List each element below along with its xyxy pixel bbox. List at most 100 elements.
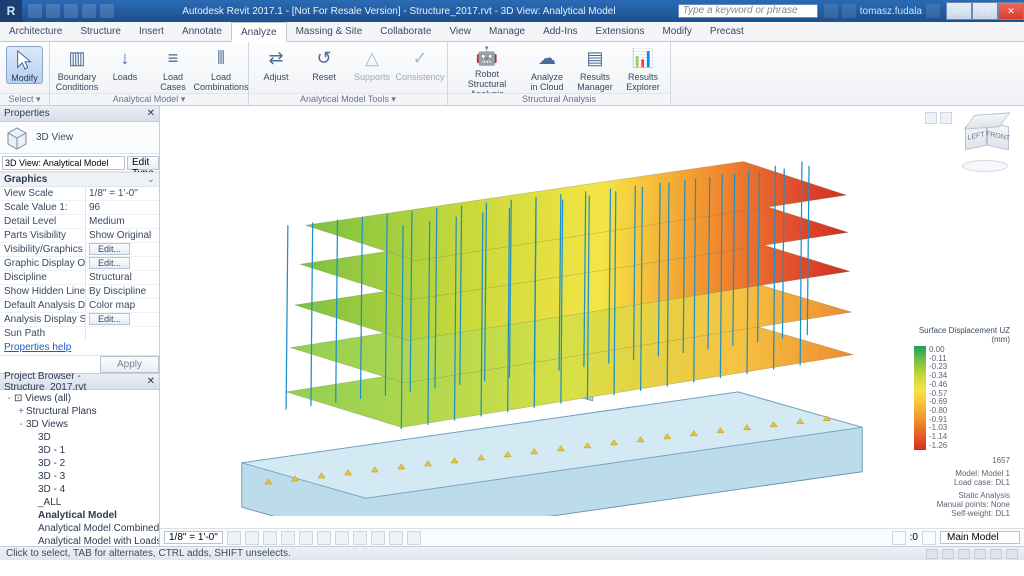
prop-row[interactable]: Show Hidden LinesBy Discipline xyxy=(0,285,159,299)
robot-structural-analysis-button[interactable]: 🤖RobotStructural Analysis xyxy=(452,44,522,92)
prop-row[interactable]: Default Analysis Displ...Color map xyxy=(0,299,159,313)
tree-item[interactable]: 3D - 4 xyxy=(0,483,159,496)
tab-extensions[interactable]: Extensions xyxy=(587,22,654,41)
results-manager-button[interactable]: ▤ResultsManager xyxy=(572,44,618,92)
tab-architecture[interactable]: Architecture xyxy=(0,22,71,41)
load-combinations-button[interactable]: ⫴LoadCombinations xyxy=(198,44,244,92)
tab-massing-site[interactable]: Massing & Site xyxy=(287,22,372,41)
prop-row[interactable]: Sun Path xyxy=(0,327,159,340)
group-label[interactable]: Analytical Model ▾ xyxy=(50,93,248,105)
prop-value[interactable]: By Discipline xyxy=(86,285,159,298)
tree-item[interactable]: 3D - 3 xyxy=(0,470,159,483)
prop-row[interactable]: Visibility/Graphics Ov...Edit... xyxy=(0,243,159,257)
tree-item[interactable]: Analytical Model with Loads xyxy=(0,535,159,546)
prop-value[interactable]: Edit... xyxy=(86,257,159,270)
tab-insert[interactable]: Insert xyxy=(130,22,173,41)
tree-item[interactable]: 3D - 2 xyxy=(0,457,159,470)
tab-add-ins[interactable]: Add-Ins xyxy=(534,22,586,41)
prop-value[interactable]: 96 xyxy=(86,201,159,214)
lock-3d-icon[interactable] xyxy=(353,531,367,545)
tree-item[interactable]: _ALL xyxy=(0,496,159,509)
edit-button[interactable]: Edit... xyxy=(89,313,130,325)
status-zoom-icon[interactable] xyxy=(1006,549,1018,559)
crop-region-icon[interactable] xyxy=(335,531,349,545)
prop-value[interactable]: Structural xyxy=(86,271,159,284)
prop-row[interactable]: View Scale1/8" = 1'-0" xyxy=(0,187,159,201)
sun-path-icon[interactable] xyxy=(263,531,277,545)
prop-value[interactable]: 1/8" = 1'-0" xyxy=(86,187,159,200)
properties-type-selector[interactable]: 3D View xyxy=(0,122,159,154)
tab-collaborate[interactable]: Collaborate xyxy=(371,22,440,41)
main-model-select[interactable]: Main Model xyxy=(940,531,1020,544)
prop-row[interactable]: Graphic Display OptionsEdit... xyxy=(0,257,159,271)
select-dropdown[interactable]: Select ▾ xyxy=(0,93,49,105)
adjust-button[interactable]: ⇄Adjust xyxy=(253,44,299,92)
tab-structure[interactable]: Structure xyxy=(71,22,130,41)
tab-view[interactable]: View xyxy=(440,22,480,41)
tab-annotate[interactable]: Annotate xyxy=(173,22,231,41)
modify-button[interactable]: Modify xyxy=(6,46,43,84)
qat-save-icon[interactable] xyxy=(46,4,60,18)
tab-modify[interactable]: Modify xyxy=(653,22,700,41)
full-nav-icon[interactable] xyxy=(940,112,952,124)
loads-button[interactable]: ↓Loads xyxy=(102,44,148,92)
prop-row[interactable]: DisciplineStructural xyxy=(0,271,159,285)
status-select-icon[interactable] xyxy=(926,549,938,559)
minimize-button[interactable]: — xyxy=(946,2,972,20)
prop-row[interactable]: Detail LevelMedium xyxy=(0,215,159,229)
viewcube[interactable]: LEFT FRONT xyxy=(960,116,1010,172)
visual-style-icon[interactable] xyxy=(245,531,259,545)
properties-close-icon[interactable]: ✕ xyxy=(147,108,155,119)
tree-item[interactable]: Analytical Model Combined xyxy=(0,522,159,535)
tree-item[interactable]: Analytical Model xyxy=(0,509,159,522)
user-name[interactable]: tomasz.fudala xyxy=(860,6,922,17)
detail-level-icon[interactable] xyxy=(227,531,241,545)
reveal-hidden-icon[interactable] xyxy=(389,531,403,545)
reset-button[interactable]: ↺Reset xyxy=(301,44,347,92)
boundary-conditions-button[interactable]: ▥BoundaryConditions xyxy=(54,44,100,92)
app-logo[interactable]: R xyxy=(0,0,22,22)
results-explorer-button[interactable]: 📊ResultsExplorer xyxy=(620,44,666,92)
rendering-icon[interactable] xyxy=(299,531,313,545)
qat-print-icon[interactable] xyxy=(100,4,114,18)
properties-help-link[interactable]: Properties help xyxy=(4,342,71,353)
view-selector-input[interactable] xyxy=(2,156,125,170)
account-icon[interactable] xyxy=(842,4,856,18)
edit-button[interactable]: Edit... xyxy=(89,243,130,255)
temp-hide-icon[interactable] xyxy=(371,531,385,545)
tree-root[interactable]: -⊡ Views (all) xyxy=(0,392,159,405)
analyze-in-cloud-button[interactable]: ☁Analyzein Cloud xyxy=(524,44,570,92)
load-cases-button[interactable]: ≡LoadCases xyxy=(150,44,196,92)
prop-row[interactable]: Analysis Display Settin...Edit... xyxy=(0,313,159,327)
tab-manage[interactable]: Manage xyxy=(480,22,534,41)
project-browser-close-icon[interactable]: ✕ xyxy=(147,376,155,387)
group-label[interactable]: Analytical Model Tools ▾ xyxy=(249,93,447,105)
status-pin-icon[interactable] xyxy=(990,549,1002,559)
prop-value[interactable]: Edit... xyxy=(86,313,159,326)
worksets-icon[interactable] xyxy=(892,531,906,545)
qat-undo-icon[interactable] xyxy=(64,4,78,18)
tab-analyze[interactable]: Analyze xyxy=(231,22,287,42)
maximize-button[interactable]: ▢ xyxy=(972,2,998,20)
shadows-icon[interactable] xyxy=(281,531,295,545)
group-label[interactable]: Structural Analysis xyxy=(448,93,670,105)
status-filter-icon[interactable] xyxy=(942,549,954,559)
prop-group-graphics[interactable]: Graphics⌄ xyxy=(0,172,159,187)
help-icon[interactable] xyxy=(926,4,940,18)
sign-in-icon[interactable] xyxy=(824,4,838,18)
tree-item[interactable]: 3D - 1 xyxy=(0,444,159,457)
edit-button[interactable]: Edit... xyxy=(89,257,130,269)
tree-item[interactable]: 3D xyxy=(0,431,159,444)
qat-redo-icon[interactable] xyxy=(82,4,96,18)
status-drag-icon[interactable] xyxy=(958,549,970,559)
help-search-input[interactable]: Type a keyword or phrase xyxy=(678,4,818,18)
prop-value[interactable] xyxy=(86,327,159,340)
edit-type-button[interactable]: Edit Type xyxy=(127,156,159,170)
prop-row[interactable]: Scale Value 1:96 xyxy=(0,201,159,215)
viewcube-compass[interactable] xyxy=(962,160,1008,172)
viewport[interactable]: LEFT FRONT xyxy=(160,106,1024,546)
crop-view-icon[interactable] xyxy=(317,531,331,545)
analytical-icon[interactable] xyxy=(407,531,421,545)
status-face-icon[interactable] xyxy=(974,549,986,559)
tree-item[interactable]: +Structural Plans xyxy=(0,405,159,418)
